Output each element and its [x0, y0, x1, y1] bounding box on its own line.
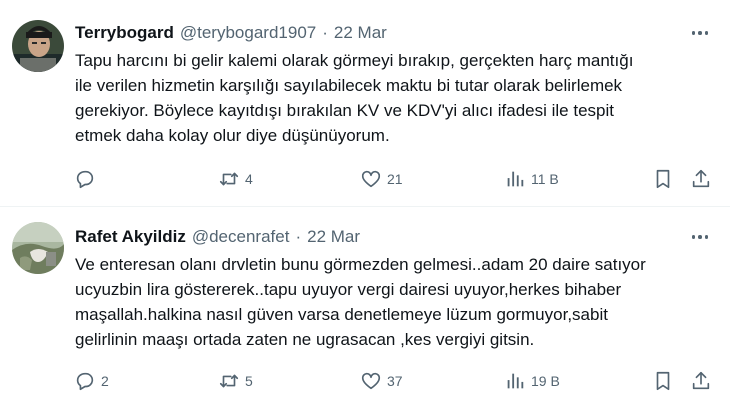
retweet-count: 4: [245, 171, 253, 187]
views-icon: [507, 171, 524, 187]
like-count: 21: [387, 171, 403, 187]
retweet-icon: [219, 172, 239, 186]
like-button[interactable]: 21: [360, 166, 403, 192]
avatar[interactable]: [12, 20, 64, 72]
retweet-count: 5: [245, 373, 253, 389]
tweet-date[interactable]: 22 Mar: [307, 227, 360, 247]
share-button[interactable]: [690, 368, 712, 394]
tweet-text: Tapu harcını bi gelir kalemi olarak görm…: [75, 51, 634, 145]
separator-dot: ·: [295, 227, 302, 246]
reply-icon: [76, 372, 94, 391]
views-count: 11 B: [531, 171, 559, 187]
tweet-actions: 2 5 37 19 B: [70, 368, 720, 394]
tweet-date[interactable]: 22 Mar: [334, 23, 387, 43]
like-icon: [361, 372, 381, 390]
views-icon: [507, 373, 524, 389]
more-icon[interactable]: [688, 227, 712, 247]
author-name[interactable]: Terrybogard: [75, 23, 174, 43]
share-button[interactable]: [690, 166, 712, 192]
like-icon: [361, 170, 381, 188]
bookmark-icon: [656, 371, 670, 391]
retweet-icon: [219, 374, 239, 388]
bookmark-button[interactable]: [652, 368, 674, 394]
tweet[interactable]: Rafet Akyildiz @decenrafet · 22 Mar Ve e…: [0, 208, 730, 420]
share-icon: [692, 371, 710, 390]
author-handle[interactable]: @terybogard1907: [180, 23, 316, 43]
views-count: 19 B: [531, 373, 560, 389]
views-button[interactable]: 19 B: [504, 368, 560, 394]
author-name[interactable]: Rafet Akyildiz: [75, 227, 186, 247]
like-button[interactable]: 37: [360, 368, 403, 394]
reply-count: 2: [101, 373, 109, 389]
author-handle[interactable]: @decenrafet: [192, 227, 290, 247]
tweet-text: Ve enteresan olanı drvletin bunu görmezd…: [75, 255, 646, 349]
bookmark-button[interactable]: [652, 166, 674, 192]
divider: [0, 206, 730, 207]
more-icon[interactable]: [688, 23, 712, 43]
bookmark-icon: [656, 169, 670, 189]
retweet-button[interactable]: 4: [218, 166, 253, 192]
views-button[interactable]: 11 B: [504, 166, 559, 192]
reply-button[interactable]: [74, 166, 101, 192]
tweet-header: Rafet Akyildiz @decenrafet · 22 Mar: [75, 225, 360, 249]
reply-icon: [76, 170, 94, 189]
avatar[interactable]: [12, 222, 64, 274]
share-icon: [692, 169, 710, 188]
tweet-actions: 4 21 11 B: [70, 166, 720, 192]
retweet-button[interactable]: 5: [218, 368, 253, 394]
like-count: 37: [387, 373, 403, 389]
separator-dot: ·: [322, 23, 328, 42]
tweet-header: Terrybogard @terybogard1907 · 22 Mar: [75, 21, 387, 45]
reply-button[interactable]: 2: [74, 368, 109, 394]
tweet[interactable]: Terrybogard @terybogard1907 · 22 Mar Tap…: [0, 0, 730, 208]
